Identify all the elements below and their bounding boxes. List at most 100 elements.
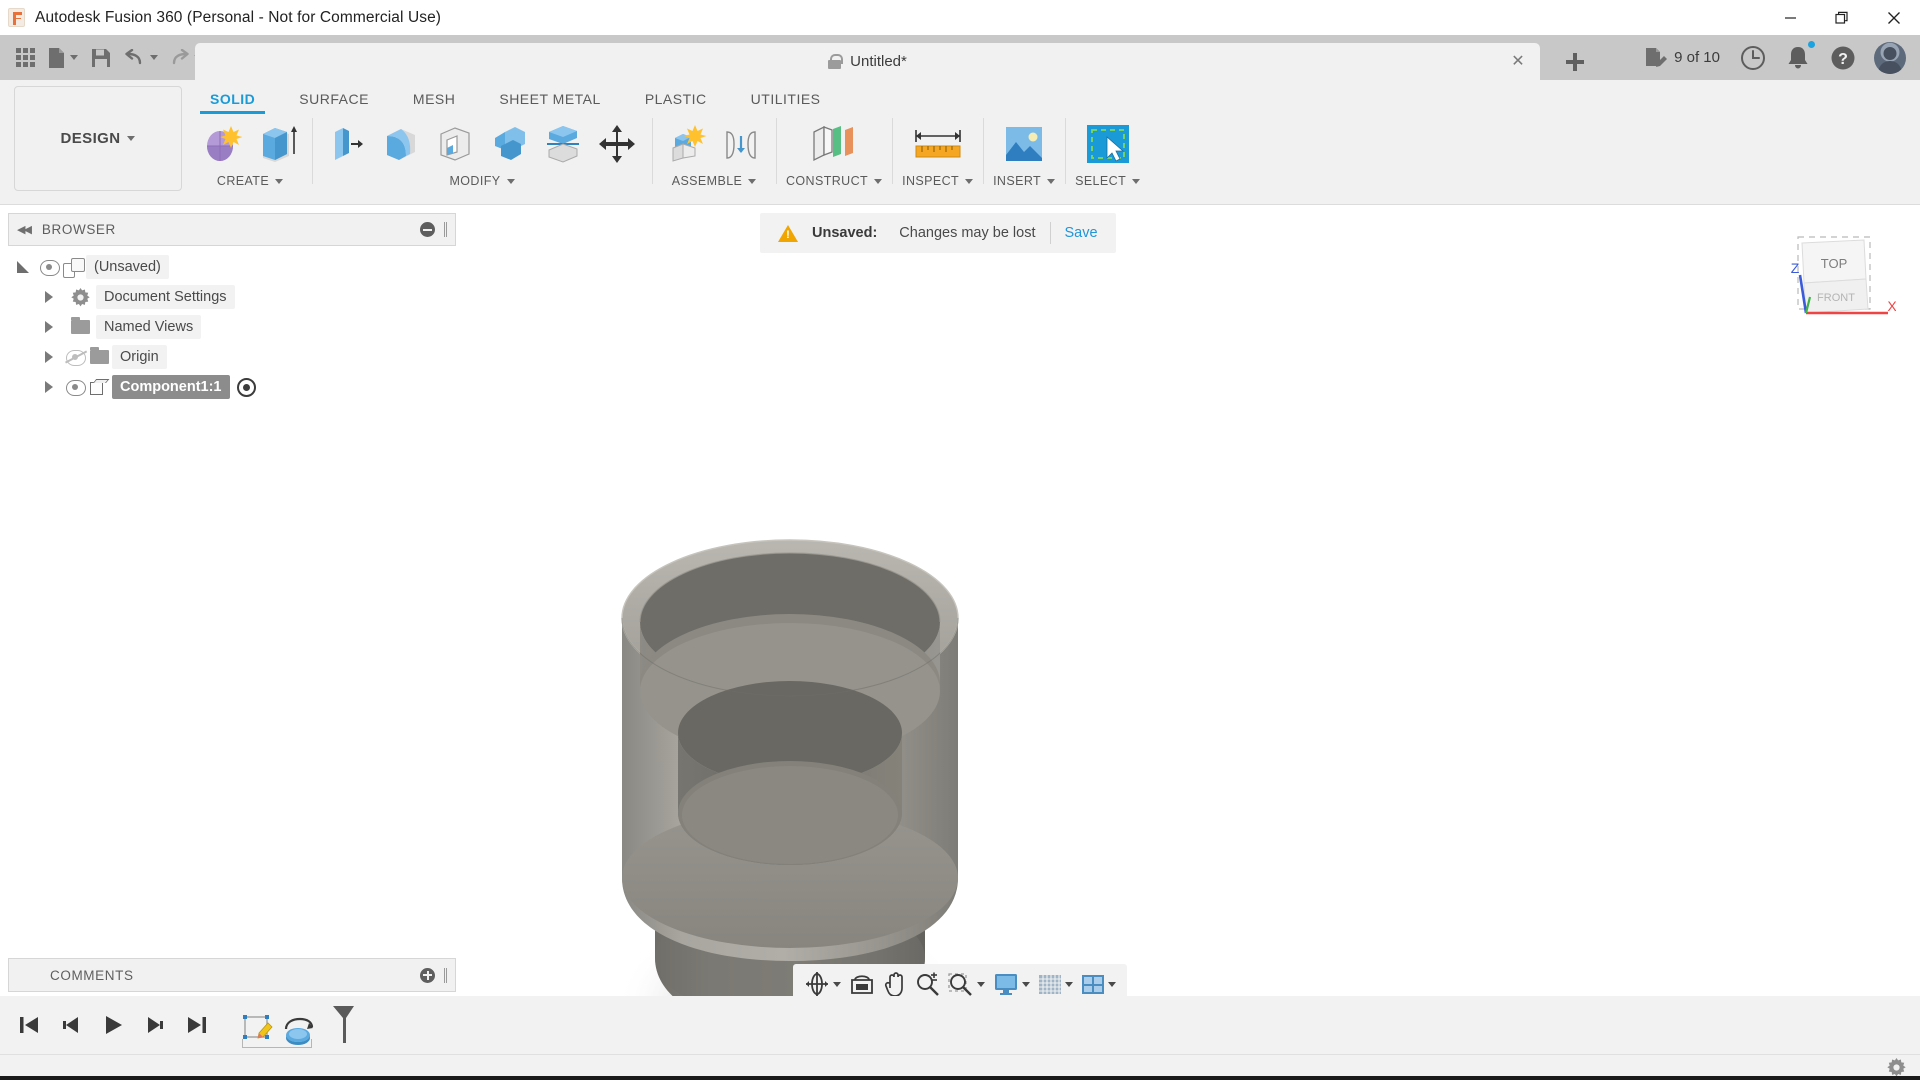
activate-component-icon[interactable] xyxy=(236,377,256,397)
double-left-arrow-icon[interactable]: ◀◀ xyxy=(17,223,32,236)
funnel-filter-icon[interactable] xyxy=(330,1003,356,1047)
notifications-button[interactable] xyxy=(1778,38,1818,78)
fillet-button[interactable] xyxy=(376,116,426,172)
jump-to-beginning-button[interactable] xyxy=(10,1005,48,1045)
shell-button[interactable] xyxy=(430,116,480,172)
visibility-eye-icon[interactable] xyxy=(64,380,86,396)
browser-tree: (Unsaved) Document Settings Named Views xyxy=(8,246,456,402)
display-caret-icon[interactable] xyxy=(1022,981,1030,987)
extrude-button[interactable] xyxy=(252,116,302,172)
select-button[interactable] xyxy=(1079,116,1137,172)
restore-button[interactable] xyxy=(1816,0,1868,35)
history-button[interactable] xyxy=(1732,38,1774,78)
component-icon xyxy=(62,258,85,278)
layout-caret-icon[interactable] xyxy=(1108,981,1116,987)
document-tab[interactable]: Untitled* ✕ xyxy=(195,43,1540,80)
fusion-logo-icon xyxy=(8,8,25,27)
plus-circle-icon[interactable] xyxy=(420,967,435,983)
assemble-caret-icon[interactable] xyxy=(748,178,757,184)
tab-mesh[interactable]: MESH xyxy=(391,91,477,114)
panel-assemble-title[interactable]: ASSEMBLE xyxy=(672,174,757,188)
modify-caret-icon[interactable] xyxy=(506,178,515,184)
expand-arrow-icon[interactable] xyxy=(44,381,54,393)
fit-caret-icon[interactable] xyxy=(977,981,985,987)
visibility-eye-icon[interactable] xyxy=(38,260,60,276)
comments-resize-grip[interactable] xyxy=(444,967,447,983)
banner-message: Changes may be lost xyxy=(899,225,1036,241)
undo-button[interactable] xyxy=(120,39,162,77)
tab-plastic[interactable]: PLASTIC xyxy=(623,91,729,114)
new-file-button[interactable] xyxy=(44,39,82,77)
panel-select: SELECT xyxy=(1065,114,1150,202)
construct-plane-button[interactable] xyxy=(803,116,865,172)
panel-insert-title[interactable]: INSERT xyxy=(993,174,1056,188)
tab-close-button[interactable]: ✕ xyxy=(1510,54,1526,70)
grid-caret-icon[interactable] xyxy=(1065,981,1073,987)
select-caret-icon[interactable] xyxy=(1132,178,1141,184)
view-cube[interactable]: TOP FRONT X Z xyxy=(1776,231,1897,341)
panel-resize-grip[interactable] xyxy=(444,222,447,237)
close-button[interactable] xyxy=(1868,0,1920,35)
banner-save-link[interactable]: Save xyxy=(1065,225,1098,241)
tree-node-origin[interactable]: Origin xyxy=(8,342,456,372)
insert-caret-icon[interactable] xyxy=(1047,178,1056,184)
create-caret-icon[interactable] xyxy=(275,178,284,184)
tree-node-label: Origin xyxy=(112,345,167,369)
minimize-button[interactable] xyxy=(1764,0,1816,35)
app-grid-button[interactable] xyxy=(8,39,42,77)
expand-arrow-icon[interactable] xyxy=(44,291,54,303)
save-button[interactable] xyxy=(84,39,118,77)
folder-icon xyxy=(89,347,109,364)
window-title: Autodesk Fusion 360 (Personal - Not for … xyxy=(35,8,442,26)
press-pull-button[interactable] xyxy=(322,116,372,172)
inspect-caret-icon[interactable] xyxy=(965,178,974,184)
tab-utilities[interactable]: UTILITIES xyxy=(729,91,843,114)
minus-circle-icon[interactable] xyxy=(420,222,435,237)
window-controls xyxy=(1764,0,1920,35)
panel-create: CREATE xyxy=(188,114,312,202)
panel-select-title[interactable]: SELECT xyxy=(1075,174,1141,188)
undo-caret-icon[interactable] xyxy=(150,55,158,60)
move-copy-button[interactable] xyxy=(592,116,642,172)
tree-node-unsaved[interactable]: (Unsaved) xyxy=(8,252,456,282)
new-tab-button[interactable] xyxy=(1553,43,1597,80)
comments-title: COMMENTS xyxy=(50,967,134,983)
browser-panel: ◀◀ BROWSER (Unsaved) Document Settings N… xyxy=(8,213,456,402)
visibility-eye-off-icon[interactable] xyxy=(64,350,87,366)
gear-icon[interactable] xyxy=(1887,1058,1906,1077)
panel-inspect-title[interactable]: INSPECT xyxy=(902,174,974,188)
measure-button[interactable] xyxy=(907,116,969,172)
jobs-status-button[interactable]: 9 of 10 xyxy=(1636,38,1728,78)
play-button[interactable] xyxy=(94,1005,132,1045)
expand-arrow-icon[interactable] xyxy=(44,321,54,333)
jump-to-end-button[interactable] xyxy=(178,1005,216,1045)
step-forward-button[interactable] xyxy=(136,1005,174,1045)
panel-assemble: ASSEMBLE xyxy=(652,114,776,202)
new-file-caret-icon[interactable] xyxy=(70,55,78,60)
combine-button[interactable] xyxy=(484,116,534,172)
workspace-selector[interactable]: DESIGN xyxy=(14,86,182,191)
tab-solid[interactable]: SOLID xyxy=(188,91,277,114)
tree-node-document-settings[interactable]: Document Settings xyxy=(8,282,456,312)
tree-node-named-views[interactable]: Named Views xyxy=(8,312,456,342)
step-back-button[interactable] xyxy=(52,1005,90,1045)
expand-arrow-icon[interactable] xyxy=(44,351,54,363)
viewcube-top-label: TOP xyxy=(1821,256,1848,271)
expand-arrow-open-icon[interactable] xyxy=(17,261,29,273)
tree-node-component1[interactable]: Component1:1 xyxy=(8,372,456,402)
split-body-button[interactable] xyxy=(538,116,588,172)
user-account-button[interactable] xyxy=(1868,38,1912,78)
panel-create-title[interactable]: CREATE xyxy=(217,174,284,188)
orbit-caret-icon[interactable] xyxy=(833,981,841,987)
construct-caret-icon[interactable] xyxy=(874,178,883,184)
insert-image-button[interactable] xyxy=(995,116,1053,172)
tab-surface[interactable]: SURFACE xyxy=(277,91,391,114)
panel-modify-title[interactable]: MODIFY xyxy=(449,174,515,188)
panel-construct-title[interactable]: CONSTRUCT xyxy=(786,174,883,188)
joint-button[interactable] xyxy=(716,116,766,172)
create-sketch-button[interactable] xyxy=(198,116,248,172)
new-component-button[interactable] xyxy=(662,116,712,172)
help-button[interactable]: ? xyxy=(1822,38,1864,78)
tab-sheet-metal[interactable]: SHEET METAL xyxy=(477,91,622,114)
workspace-caret-icon[interactable] xyxy=(127,136,136,141)
